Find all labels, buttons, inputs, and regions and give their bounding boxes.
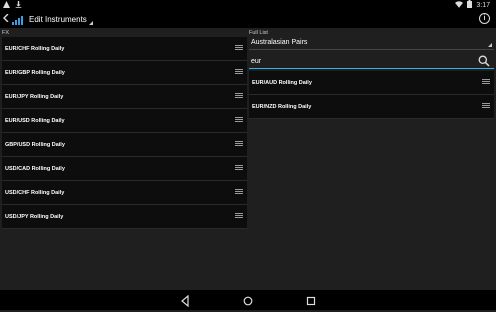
- search-results-list: EUR/AUD Rolling Daily EUR/NZD Rolling Da…: [249, 71, 494, 119]
- recents-nav-button[interactable]: [305, 294, 317, 306]
- drag-handle-icon[interactable]: [235, 45, 243, 51]
- info-icon: i: [483, 15, 486, 22]
- list-item[interactable]: EUR/NZD Rolling Daily: [249, 95, 494, 119]
- chevron-left-icon: [3, 13, 9, 24]
- page-title[interactable]: Edit Instruments: [29, 15, 87, 24]
- back-triangle-icon: [179, 294, 191, 311]
- drag-handle-icon[interactable]: [482, 103, 490, 109]
- instrument-label: GBP/USD Rolling Daily: [5, 141, 65, 148]
- instrument-label: EUR/NZD Rolling Daily: [252, 103, 312, 110]
- list-item[interactable]: USD/JPY Rolling Daily: [2, 205, 247, 229]
- app-logo-icon: [12, 13, 25, 25]
- instrument-label: USD/CAD Rolling Daily: [5, 165, 65, 172]
- title-dropdown-indicator-icon: [88, 21, 93, 25]
- home-circle-icon: [242, 294, 254, 311]
- download-icon: [15, 1, 22, 10]
- list-item[interactable]: EUR/GBP Rolling Daily: [2, 61, 247, 85]
- back-nav-button[interactable]: [179, 294, 191, 308]
- list-item[interactable]: USD/CHF Rolling Daily: [2, 181, 247, 205]
- list-item[interactable]: EUR/JPY Rolling Daily: [2, 85, 247, 109]
- drag-handle-icon[interactable]: [235, 165, 243, 171]
- navigation-bar: [0, 290, 496, 310]
- category-dropdown[interactable]: Australasian Pairs: [249, 37, 494, 50]
- drag-handle-icon[interactable]: [235, 93, 243, 99]
- recents-square-icon: [305, 294, 317, 311]
- action-bar: Edit Instruments i: [0, 10, 496, 28]
- wifi-icon: [455, 0, 464, 10]
- instrument-label: EUR/GBP Rolling Daily: [5, 69, 65, 76]
- left-panel-label: FX: [2, 30, 10, 36]
- instrument-label: EUR/CHF Rolling Daily: [5, 45, 65, 52]
- instrument-label: USD/CHF Rolling Daily: [5, 189, 65, 196]
- drag-handle-icon[interactable]: [482, 79, 490, 85]
- list-item[interactable]: GBP/USD Rolling Daily: [2, 133, 247, 157]
- info-button[interactable]: i: [479, 13, 490, 24]
- drag-handle-icon[interactable]: [235, 117, 243, 123]
- instrument-label: EUR/AUD Rolling Daily: [252, 79, 312, 86]
- clock-text: 3:17: [476, 1, 490, 9]
- instrument-label: EUR/USD Rolling Daily: [5, 117, 65, 124]
- instrument-label: EUR/JPY Rolling Daily: [5, 93, 64, 100]
- drag-handle-icon[interactable]: [235, 69, 243, 75]
- drag-handle-icon[interactable]: [235, 141, 243, 147]
- right-panel-label: Full List: [249, 30, 268, 36]
- list-item[interactable]: USD/CAD Rolling Daily: [2, 157, 247, 181]
- back-button[interactable]: [0, 10, 12, 28]
- status-bar: 3:17: [0, 0, 496, 10]
- category-dropdown-value: Australasian Pairs: [251, 39, 308, 46]
- search-input[interactable]: [251, 55, 451, 67]
- selected-instruments-list: EUR/CHF Rolling Daily EUR/GBP Rolling Da…: [2, 37, 247, 229]
- drag-handle-icon[interactable]: [235, 213, 243, 219]
- search-icon[interactable]: [478, 54, 490, 67]
- list-item[interactable]: EUR/CHF Rolling Daily: [2, 37, 247, 61]
- list-item[interactable]: EUR/AUD Rolling Daily: [249, 71, 494, 95]
- home-nav-button[interactable]: [242, 294, 254, 306]
- instrument-label: USD/JPY Rolling Daily: [5, 213, 64, 220]
- dropdown-indicator-icon: [488, 43, 492, 47]
- drag-handle-icon[interactable]: [235, 189, 243, 195]
- search-field[interactable]: [249, 54, 494, 69]
- full-list-panel: Australasian Pairs EUR/AUD Rolling Daily…: [249, 37, 494, 119]
- battery-icon: [467, 0, 473, 10]
- list-item[interactable]: EUR/USD Rolling Daily: [2, 109, 247, 133]
- warning-icon: [3, 1, 10, 10]
